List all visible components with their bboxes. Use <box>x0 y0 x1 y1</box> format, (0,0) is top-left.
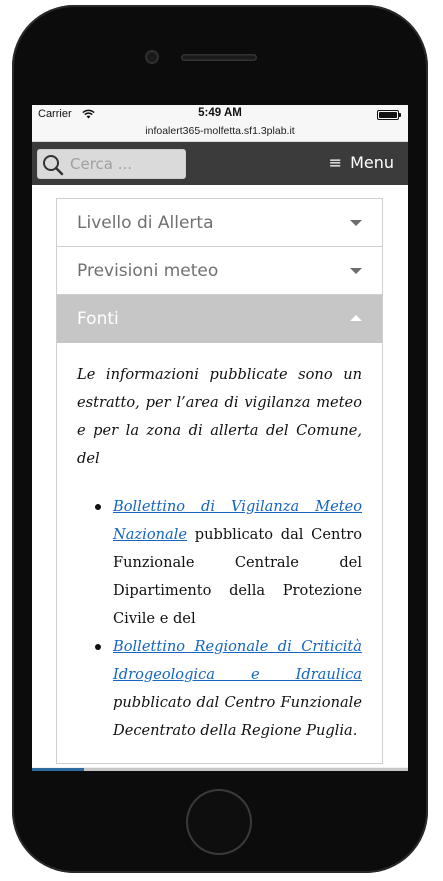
fonti-intro: Le informazioni pubblicate sono un estra… <box>77 366 362 467</box>
caret-down-icon <box>350 220 362 226</box>
menu-button[interactable]: ≡ Menu <box>329 153 394 172</box>
caret-down-icon <box>350 268 362 274</box>
source-description: pubblicato dal Centro Funzionale Decentr… <box>113 694 362 739</box>
menu-label: Menu <box>350 153 394 172</box>
accordion-title: Previsioni meteo <box>77 261 219 281</box>
accordion-title: Livello di Allerta <box>77 213 214 233</box>
search-input[interactable] <box>70 154 180 174</box>
hamburger-icon: ≡ <box>328 153 343 172</box>
battery-icon <box>377 110 401 120</box>
accordion-header-previsioni-meteo[interactable]: Previsioni meteo <box>57 247 382 295</box>
home-button[interactable] <box>186 789 252 855</box>
accordion-body-fonti: Le informazioni pubblicate sono un estra… <box>57 343 382 763</box>
accordion: Livello di Allerta Previsioni meteo Font… <box>56 198 383 764</box>
accordion-header-fonti[interactable]: Fonti <box>57 295 382 343</box>
search-icon <box>43 155 64 176</box>
earpiece-speaker <box>181 54 257 61</box>
front-camera <box>145 50 159 64</box>
source-item: Bollettino di Vigilanza Meteo Nazionale … <box>95 493 362 633</box>
status-bar: Carrier 5:49 AM <box>32 105 408 125</box>
bollettino-regionale-link[interactable]: Bollettino Regionale di Criticità Idroge… <box>113 638 362 683</box>
screen: Carrier 5:49 AM infoalert365-molfetta.sf… <box>32 105 408 771</box>
status-time: 5:49 AM <box>198 107 242 119</box>
content-card: Livello di Allerta Previsioni meteo Font… <box>32 185 408 767</box>
url-bar[interactable]: infoalert365-molfetta.sf1.3plab.it <box>32 124 408 142</box>
site-navbar: ≡ Menu <box>32 142 408 185</box>
accordion-header-livello-allerta[interactable]: Livello di Allerta <box>57 199 382 247</box>
sources-list: Bollettino di Vigilanza Meteo Nazionale … <box>77 493 362 745</box>
page-content: Livello di Allerta Previsioni meteo Font… <box>32 185 408 771</box>
accordion-title: Fonti <box>77 309 119 329</box>
url-text: infoalert365-molfetta.sf1.3plab.it <box>145 125 295 137</box>
scroll-indicator <box>32 768 408 771</box>
source-item: Bollettino Regionale di Criticità Idroge… <box>95 633 362 745</box>
search-box[interactable] <box>37 149 186 179</box>
caret-up-icon <box>350 315 362 321</box>
